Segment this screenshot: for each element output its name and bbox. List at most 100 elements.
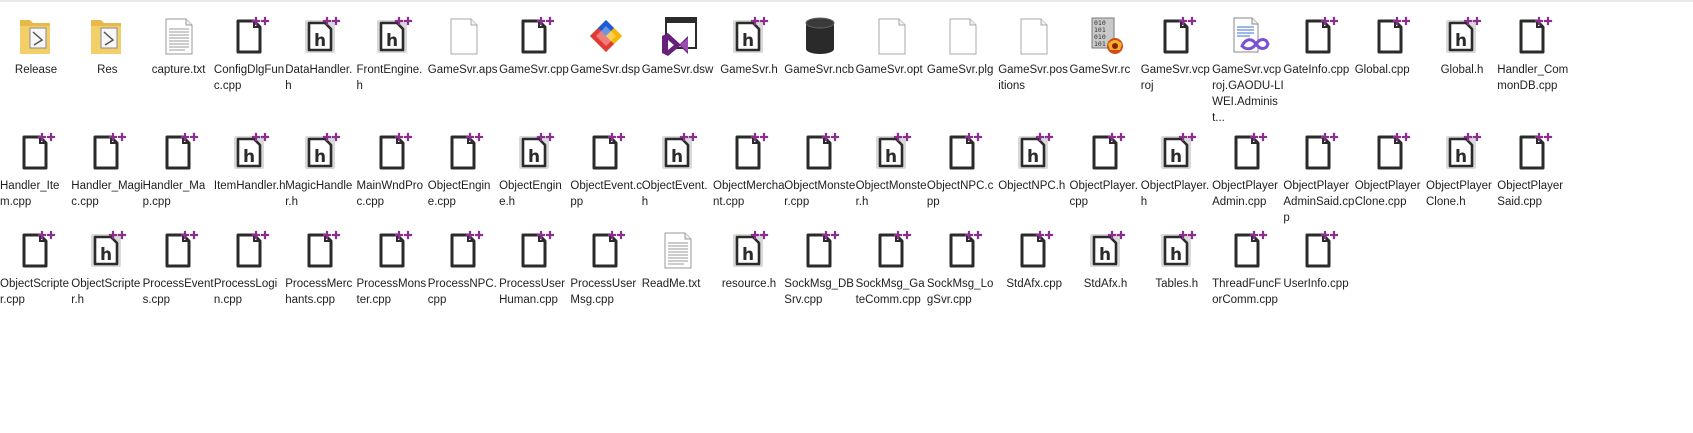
file-item-stdafx-h[interactable]: h StdAfx.h bbox=[1070, 228, 1142, 292]
file-item-configdlgfunc-cpp[interactable]: ConfigDlgFunc.cpp bbox=[214, 14, 286, 94]
cpp-header-icon: h bbox=[654, 130, 702, 174]
file-item-tables-h[interactable]: h Tables.h bbox=[1141, 228, 1213, 292]
cpp-source-icon bbox=[725, 130, 773, 174]
file-item-handler-magic-cpp[interactable]: Handler_Magic.cpp bbox=[71, 130, 143, 210]
file-item-resource-h[interactable]: h resource.h bbox=[713, 228, 785, 292]
file-item-gamesvr-aps[interactable]: GameSvr.aps bbox=[428, 14, 500, 78]
file-item-objectplayer-h[interactable]: h ObjectPlayer.h bbox=[1141, 130, 1213, 210]
file-item-processnpc-cpp[interactable]: ProcessNPC.cpp bbox=[428, 228, 500, 308]
file-item-threadfuncforcomm-cpp[interactable]: ThreadFuncForComm.cpp bbox=[1212, 228, 1284, 308]
file-item-objectnpc-h[interactable]: h ObjectNPC.h bbox=[998, 130, 1070, 194]
file-item-handler-map-cpp[interactable]: Handler_Map.cpp bbox=[143, 130, 215, 210]
file-item-gamesvr-cpp[interactable]: GameSvr.cpp bbox=[499, 14, 571, 78]
file-item-objectnpc-cpp[interactable]: ObjectNPC.cpp bbox=[927, 130, 999, 210]
file-item-objectevent-cpp[interactable]: ObjectEvent.cpp bbox=[570, 130, 642, 210]
file-name-label: GameSvr.plg bbox=[926, 64, 994, 76]
file-item-gamesvr-rc[interactable]: 010 101 010 101 GameSvr.rc bbox=[1070, 14, 1142, 78]
file-name-label: GateInfo.cpp bbox=[1283, 64, 1350, 76]
file-item-objectevent-h[interactable]: h ObjectEvent.h bbox=[642, 130, 714, 210]
file-item-gamesvr-vcproj[interactable]: GameSvr.vcproj bbox=[1141, 14, 1213, 94]
file-name-label: Handler_CommonDB.cpp bbox=[1497, 64, 1569, 92]
file-name-label: GameSvr.rc bbox=[1069, 64, 1131, 76]
file-item-release[interactable]: Release bbox=[0, 14, 72, 78]
file-item-res[interactable]: Res bbox=[71, 14, 143, 78]
file-item-capture-txt[interactable]: capture.txt bbox=[143, 14, 215, 78]
file-item-processmerchants-cpp[interactable]: ProcessMerchants.cpp bbox=[285, 228, 357, 308]
file-item-objectplayerclone-cpp[interactable]: ObjectPlayerClone.cpp bbox=[1355, 130, 1427, 210]
file-item-handler-commondb-cpp[interactable]: Handler_CommonDB.cpp bbox=[1497, 14, 1569, 94]
file-name-label: SockMsg_DBSrv.cpp bbox=[784, 278, 854, 306]
file-item-sockmsg-dbsrv-cpp[interactable]: SockMsg_DBSrv.cpp bbox=[784, 228, 856, 308]
file-item-processuserhuman-cpp[interactable]: ProcessUserHuman.cpp bbox=[499, 228, 571, 308]
file-name-label: ProcessMerchants.cpp bbox=[285, 278, 353, 306]
file-item-handler-item-cpp[interactable]: Handler_Item.cpp bbox=[0, 130, 72, 210]
file-item-stdafx-cpp[interactable]: StdAfx.cpp bbox=[998, 228, 1070, 292]
file-item-objectmerchant-cpp[interactable]: ObjectMerchant.cpp bbox=[713, 130, 785, 210]
blank-file-icon bbox=[939, 14, 987, 58]
file-item-processlogin-cpp[interactable]: ProcessLogin.cpp bbox=[214, 228, 286, 308]
blank-file-icon bbox=[1010, 14, 1058, 58]
file-item-gamesvr-opt[interactable]: GameSvr.opt bbox=[856, 14, 928, 78]
file-item-objectplayersaid-cpp[interactable]: ObjectPlayerSaid.cpp bbox=[1497, 130, 1569, 210]
file-item-objectscripter-cpp[interactable]: ObjectScripter.cpp bbox=[0, 228, 72, 308]
file-item-global-cpp[interactable]: Global.cpp bbox=[1355, 14, 1427, 78]
file-item-objectengine-cpp[interactable]: ObjectEngine.cpp bbox=[428, 130, 500, 210]
file-item-objectplayeradmin-cpp[interactable]: ObjectPlayerAdmin.cpp bbox=[1212, 130, 1284, 210]
file-item-processusermsg-cpp[interactable]: ProcessUserMsg.cpp bbox=[570, 228, 642, 308]
file-name-label: Handler_Item.cpp bbox=[0, 180, 60, 208]
file-item-frontengine-h[interactable]: h FrontEngine.h bbox=[357, 14, 429, 94]
cpp-source-icon bbox=[868, 228, 916, 272]
file-item-gamesvr-dsp[interactable]: GameSvr.dsp bbox=[570, 14, 642, 78]
cpp-source-icon bbox=[582, 228, 630, 272]
cpp-source-icon bbox=[297, 228, 345, 272]
file-name-label: ConfigDlgFunc.cpp bbox=[213, 64, 285, 92]
file-item-gamesvr-vcproj-gaodu-liwei-administ[interactable]: GameSvr.vcproj.GAODU-LIWEI.Administ... bbox=[1212, 14, 1284, 126]
file-name-label: SockMsg_LogSvr.cpp bbox=[926, 278, 994, 306]
cpp-source-icon bbox=[1367, 130, 1415, 174]
file-item-gamesvr-plg[interactable]: GameSvr.plg bbox=[927, 14, 999, 78]
svg-text:h: h bbox=[314, 31, 326, 51]
file-item-sockmsg-gatecomm-cpp[interactable]: SockMsg_GateComm.cpp bbox=[856, 228, 928, 308]
file-item-objectplayerclone-h[interactable]: h ObjectPlayerClone.h bbox=[1426, 130, 1498, 210]
cpp-source-icon bbox=[12, 130, 60, 174]
file-item-global-h[interactable]: h Global.h bbox=[1426, 14, 1498, 78]
cpp-source-icon bbox=[1082, 130, 1130, 174]
file-item-objectscripter-h[interactable]: h ObjectScripter.h bbox=[71, 228, 143, 308]
cpp-source-icon bbox=[796, 228, 844, 272]
cpp-source-icon bbox=[1295, 14, 1343, 58]
file-name-label: SockMsg_GateComm.cpp bbox=[855, 278, 925, 306]
file-item-objectengine-h[interactable]: h ObjectEngine.h bbox=[499, 130, 571, 210]
file-name-label: Release bbox=[14, 64, 58, 76]
cpp-source-icon bbox=[1010, 228, 1058, 272]
cpp-source-icon bbox=[440, 130, 488, 174]
file-name-label: ProcessMonster.cpp bbox=[356, 278, 427, 306]
file-item-processmonster-cpp[interactable]: ProcessMonster.cpp bbox=[357, 228, 429, 308]
file-item-objectplayeradminsaid-cpp[interactable]: ObjectPlayerAdminSaid.cpp bbox=[1283, 130, 1355, 226]
file-item-objectmonster-cpp[interactable]: ObjectMonster.cpp bbox=[784, 130, 856, 210]
file-item-gateinfo-cpp[interactable]: GateInfo.cpp bbox=[1283, 14, 1355, 78]
cpp-header-icon: h bbox=[1438, 130, 1486, 174]
file-name-label: ThreadFuncForComm.cpp bbox=[1212, 278, 1282, 306]
cpp-source-icon bbox=[226, 228, 274, 272]
file-item-readme-txt[interactable]: ReadMe.txt bbox=[642, 228, 714, 292]
file-item-magichandler-h[interactable]: h MagicHandler.h bbox=[285, 130, 357, 210]
file-item-objectmonster-h[interactable]: h ObjectMonster.h bbox=[856, 130, 928, 210]
file-item-gamesvr-ncb[interactable]: GameSvr.ncb bbox=[784, 14, 856, 78]
cpp-source-icon bbox=[155, 228, 203, 272]
file-item-itemhandler-h[interactable]: h ItemHandler.h bbox=[214, 130, 286, 194]
svg-text:h: h bbox=[243, 147, 255, 167]
cpp-source-icon bbox=[369, 228, 417, 272]
file-item-mainwndproc-cpp[interactable]: MainWndProc.cpp bbox=[357, 130, 429, 210]
file-item-processevents-cpp[interactable]: ProcessEvents.cpp bbox=[143, 228, 215, 308]
file-name-label: ObjectPlayer.h bbox=[1140, 180, 1210, 208]
file-item-datahandler-h[interactable]: h DataHandler.h bbox=[285, 14, 357, 94]
file-item-sockmsg-logsvr-cpp[interactable]: SockMsg_LogSvr.cpp bbox=[927, 228, 999, 308]
file-item-userinfo-cpp[interactable]: UserInfo.cpp bbox=[1283, 228, 1355, 292]
file-item-gamesvr-positions[interactable]: GameSvr.positions bbox=[998, 14, 1070, 94]
file-name-label: StdAfx.cpp bbox=[1006, 278, 1062, 290]
file-item-gamesvr-h[interactable]: h GameSvr.h bbox=[713, 14, 785, 78]
text-document-icon bbox=[155, 14, 203, 58]
file-name-label: GameSvr.aps bbox=[427, 64, 498, 76]
file-item-gamesvr-dsw[interactable]: GameSvr.dsw bbox=[642, 14, 714, 78]
file-item-objectplayer-cpp[interactable]: ObjectPlayer.cpp bbox=[1070, 130, 1142, 210]
